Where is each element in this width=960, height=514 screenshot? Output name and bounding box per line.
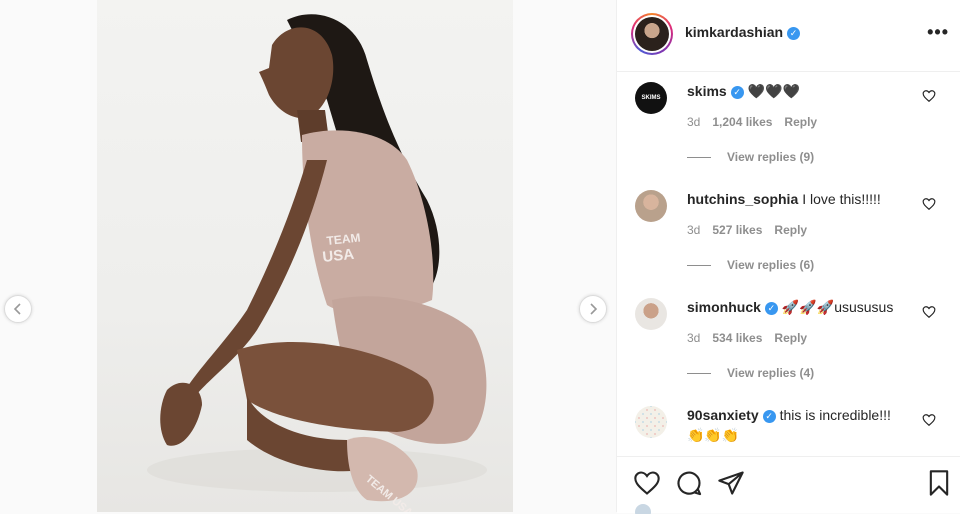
author-username[interactable]: kimkardashian [685, 24, 783, 40]
liked-by-avatar [635, 504, 651, 514]
comment-content: hutchins_sophia I love this!!!!! [687, 189, 917, 209]
comment-likes[interactable]: 534 likes [712, 331, 762, 345]
commenter-avatar[interactable] [635, 190, 667, 222]
view-replies-button[interactable]: View replies (9) [687, 150, 814, 164]
comment-like-heart-icon[interactable] [922, 413, 936, 427]
photo-illustration: TEAM USA TEAM USA [147, 14, 487, 512]
comment-like-heart-icon[interactable] [922, 89, 936, 103]
post-header: kimkardashian ✓ ••• [617, 0, 960, 72]
comment-likes[interactable]: 1,204 likes [712, 115, 772, 129]
liked-by-avatars [635, 504, 935, 514]
comment-reply-button[interactable]: Reply [774, 223, 807, 237]
comment-username[interactable]: hutchins_sophia [687, 191, 798, 207]
heart-icon[interactable] [633, 469, 661, 497]
comment-text: this is incredible!!! [779, 407, 891, 423]
replies-divider-line [687, 373, 711, 375]
comment-age[interactable]: 3d [687, 223, 700, 237]
paper-plane-icon[interactable] [717, 469, 745, 497]
comment-age[interactable]: 3d [687, 115, 700, 129]
more-options-button[interactable]: ••• [927, 22, 949, 43]
post-actions-bar [617, 456, 960, 514]
verified-badge-icon: ✓ [762, 409, 776, 423]
comment-username[interactable]: simonhuck [687, 299, 761, 315]
verified-badge-icon: ✓ [787, 27, 800, 40]
next-photo-button[interactable] [579, 295, 607, 323]
replies-divider-line [687, 265, 711, 267]
comment-content: 90sanxiety ✓ this is incredible!!! 👏👏👏 [687, 405, 917, 445]
comment-text: 🖤🖤🖤 [747, 83, 800, 99]
comment-text: 🚀🚀🚀usususus [781, 299, 894, 315]
comment-item: simonhuck ✓ 🚀🚀🚀usususus 3d 534 likes Reply V… [617, 288, 960, 396]
replies-divider-line [687, 157, 711, 159]
comment-text: I love this!!!!! [802, 191, 881, 207]
comment-content: skims ✓ 🖤🖤🖤 [687, 81, 917, 101]
view-replies-button[interactable]: View replies (6) [687, 258, 814, 272]
media-area: TEAM USA TEAM USA [0, 0, 616, 512]
comment-like-heart-icon[interactable] [922, 197, 936, 211]
view-replies-label: View replies (6) [727, 258, 815, 272]
bookmark-icon[interactable] [925, 469, 953, 497]
instagram-post-view: TEAM USA TEAM USA kimkardashian ✓ ••• SK… [0, 0, 960, 514]
comment-meta: 3d 527 likes Reply [687, 223, 819, 237]
commenter-avatar[interactable] [635, 298, 667, 330]
comment-reply-button[interactable]: Reply [774, 331, 807, 345]
post-side-panel: kimkardashian ✓ ••• SKIMS skims ✓ 🖤🖤🖤 3d 1,… [616, 0, 960, 514]
comment-meta: 3d 534 likes Reply [687, 331, 819, 345]
comment-username[interactable]: 90sanxiety [687, 407, 759, 423]
chevron-left-icon [13, 303, 21, 315]
comment-like-heart-icon[interactable] [922, 305, 936, 319]
comment-text-emoji: 👏👏👏 [687, 427, 740, 443]
comment-reply-button[interactable]: Reply [784, 115, 817, 129]
comment-content: simonhuck ✓ 🚀🚀🚀usususus [687, 297, 917, 317]
avatar-logo-text: SKIMS [641, 95, 661, 101]
comment-item: SKIMS skims ✓ 🖤🖤🖤 3d 1,204 likes Reply View … [617, 72, 960, 180]
author-avatar[interactable] [631, 13, 673, 55]
comments-list: SKIMS skims ✓ 🖤🖤🖤 3d 1,204 likes Reply View … [617, 72, 960, 456]
comment-icon[interactable] [675, 469, 703, 497]
view-replies-button[interactable]: View replies (4) [687, 366, 814, 380]
verified-badge-icon: ✓ [764, 301, 778, 315]
chevron-right-icon [590, 303, 598, 315]
commenter-avatar[interactable] [635, 406, 667, 438]
comment-item: hutchins_sophia I love this!!!!! 3d 527 li… [617, 180, 960, 288]
verified-badge-icon: ✓ [730, 85, 744, 99]
commenter-avatar[interactable]: SKIMS [635, 82, 667, 114]
comment-item: 90sanxiety ✓ this is incredible!!! 👏👏👏 [617, 396, 960, 456]
author-avatar-image [635, 17, 669, 51]
view-replies-label: View replies (9) [727, 150, 815, 164]
comment-likes[interactable]: 527 likes [712, 223, 762, 237]
comment-age[interactable]: 3d [687, 331, 700, 345]
comment-username[interactable]: skims [687, 83, 727, 99]
previous-photo-button[interactable] [4, 295, 32, 323]
view-replies-label: View replies (4) [727, 366, 815, 380]
shirt-print-usa: USA [322, 246, 355, 266]
comment-meta: 3d 1,204 likes Reply [687, 115, 829, 129]
post-photo[interactable]: TEAM USA TEAM USA [97, 0, 513, 512]
